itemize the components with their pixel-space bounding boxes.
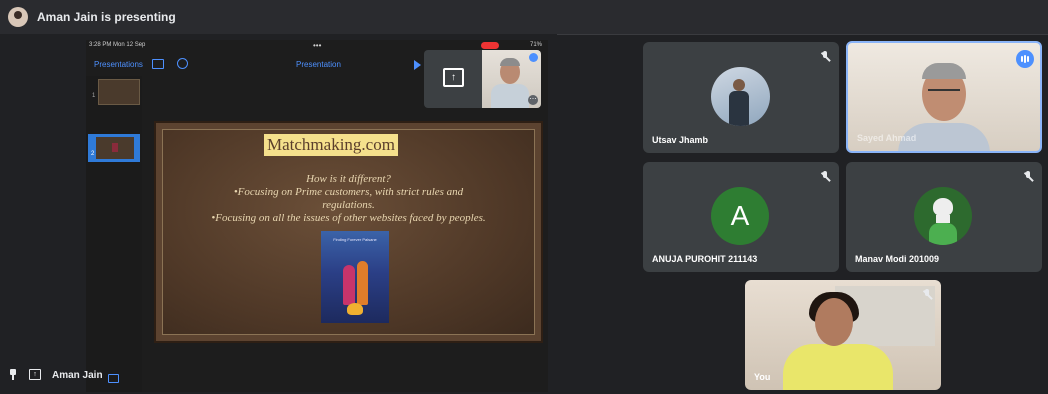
ipad-battery: 71% (529, 42, 542, 48)
slide-thumbnail-image (112, 143, 118, 152)
participant-tile-sayed[interactable]: Sayed Ahmad (846, 41, 1042, 153)
slide-line: regulations. (322, 199, 375, 211)
speaking-indicator-icon (529, 53, 538, 62)
mic-off-icon (820, 51, 831, 63)
avatar (914, 187, 972, 245)
recording-pill (481, 42, 499, 49)
slide-image-caption: Finding Forever Palsane (333, 237, 377, 242)
participant-tile-self[interactable]: You (745, 280, 941, 390)
screen-share-icon: ↑ (443, 68, 464, 87)
ipad-time: 3:28 PM Mon 12 Sep (89, 42, 146, 48)
participant-name: Utsav Jhamb (652, 135, 709, 145)
mic-off-icon (922, 289, 933, 301)
participant-name: Manav Modi 201009 (855, 254, 940, 264)
slide-navigator: 1 2 (86, 76, 142, 392)
person-body (783, 344, 893, 390)
slide-wedding-image: Finding Forever Palsane (321, 231, 389, 323)
avatar (711, 67, 770, 126)
sidebar-icon (152, 59, 164, 69)
person-hair (922, 63, 966, 79)
presentations-back-link: Presentations (94, 60, 143, 69)
slide-title: Matchmaking.com (264, 134, 398, 156)
presenter-avatar (8, 7, 28, 27)
slide-body: How is it different? •Focusing on Prime … (156, 173, 541, 225)
screen-share-stage[interactable]: 3:28 PM Mon 12 Sep ••• 71% Presentations… (0, 34, 557, 394)
slide-line: •Focusing on Prime customers, with stric… (233, 186, 464, 198)
play-icon (414, 60, 421, 70)
slide-thumbnail-preview (96, 137, 134, 159)
person-head (815, 298, 853, 346)
ipad-multitask-dots: ••• (313, 41, 322, 50)
presenting-label: Aman Jain is presenting (37, 10, 176, 24)
participant-name: Sayed Ahmad (857, 133, 917, 143)
slide-thumb-number: 1 (92, 93, 96, 99)
history-icon (177, 58, 188, 69)
presenter-name: Aman Jain (52, 370, 103, 381)
presenting-bar: Aman Jain is presenting (0, 0, 1048, 35)
slide-thumb-number: 2 (91, 151, 95, 157)
presenter-pip[interactable]: ↑ ⋯ (424, 50, 541, 108)
person-glasses (928, 89, 960, 99)
avatar: A (711, 187, 769, 245)
more-options-icon[interactable]: ⋯ (528, 95, 538, 105)
bride-figure (343, 265, 355, 305)
participant-tile-anuja[interactable]: A ANUJA PUROHIT 211143 (643, 162, 839, 272)
slide-thumbnail-1 (98, 79, 140, 105)
person-hair (500, 58, 520, 66)
presentation-title: Presentation (296, 60, 341, 69)
mic-off-icon (820, 171, 831, 183)
sacred-fire (347, 303, 363, 315)
participant-tile-utsav[interactable]: Utsav Jhamb (643, 42, 839, 153)
pin-icon[interactable] (9, 369, 17, 380)
presenting-indicator-icon (108, 374, 119, 383)
participant-name: You (754, 372, 771, 382)
person-shirt (491, 84, 529, 108)
slide-line: •Focusing on all the issues of other web… (211, 212, 486, 224)
slide-line: How is it different? (306, 173, 391, 185)
mic-off-icon (1023, 171, 1034, 183)
speaking-indicator-icon (1016, 50, 1034, 68)
participant-tile-manav[interactable]: Manav Modi 201009 (846, 162, 1042, 272)
slide-thumbnail-2-selected: 2 (88, 134, 140, 162)
groom-figure (357, 261, 368, 305)
present-icon: ↑ (29, 369, 41, 380)
current-slide: Matchmaking.com How is it different? •Fo… (154, 121, 543, 343)
participant-name: ANUJA PUROHIT 211143 (652, 254, 758, 264)
